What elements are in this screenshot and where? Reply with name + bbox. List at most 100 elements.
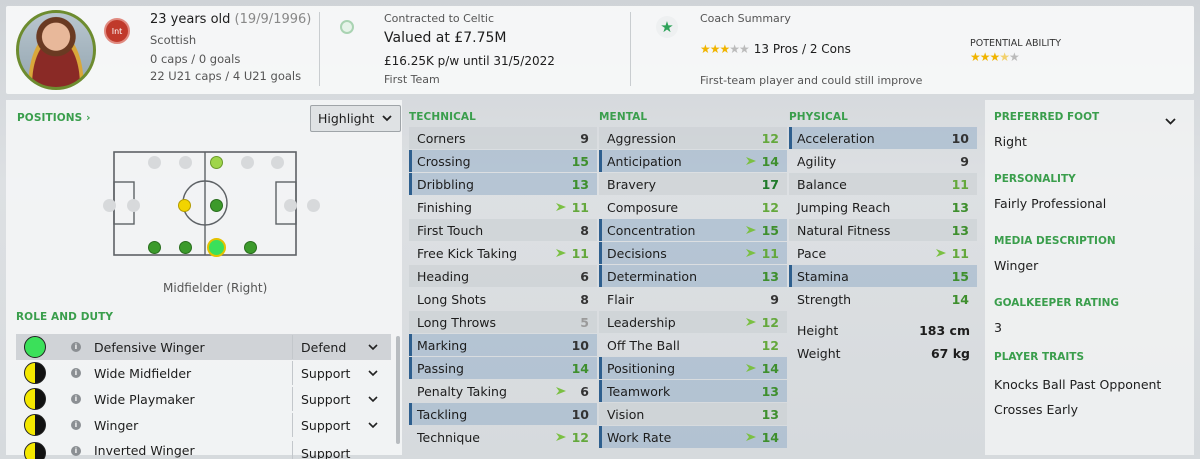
position-dot[interactable] — [271, 156, 284, 169]
position-dot[interactable] — [210, 156, 223, 169]
attribute-row[interactable]: Strength 14 — [789, 288, 977, 310]
position-dot[interactable] — [210, 199, 223, 212]
selected-position-dot[interactable] — [207, 238, 226, 257]
attribute-row[interactable]: Jumping Reach 13 — [789, 196, 977, 218]
attribute-row[interactable]: Acceleration 10 — [789, 127, 977, 149]
positions-title[interactable]: POSITIONS › — [17, 112, 91, 124]
trend-arrow-icon — [746, 249, 756, 257]
club-crest-icon[interactable] — [340, 20, 354, 34]
duty-dropdown[interactable]: Support — [292, 387, 390, 411]
attribute-value: 9 — [580, 130, 589, 146]
highlight-marker — [599, 426, 602, 448]
attribute-row[interactable]: Pace 11 — [789, 242, 977, 264]
highlight-marker — [599, 380, 602, 402]
position-dot[interactable] — [307, 199, 320, 212]
attribute-value: 10 — [951, 130, 969, 146]
attribute-row[interactable]: Crossing 15 — [409, 150, 597, 172]
attribute-row[interactable]: Passing 14 — [409, 357, 597, 379]
position-dot[interactable] — [127, 199, 140, 212]
role-row[interactable]: i Defensive Winger Defend — [16, 334, 391, 360]
attribute-row[interactable]: Anticipation 14 — [599, 150, 787, 172]
attribute-row[interactable]: Vision 13 — [599, 403, 787, 425]
duty-dropdown[interactable]: Defend — [292, 335, 390, 359]
role-row[interactable]: i Wide Playmaker Support — [16, 386, 391, 412]
attribute-row[interactable]: Composure 12 — [599, 196, 787, 218]
position-dot[interactable] — [244, 241, 257, 254]
player-value: Valued at £7.75M — [384, 30, 507, 46]
role-row[interactable]: i Wide Midfielder Support — [16, 360, 391, 386]
attribute-row[interactable]: Long Throws 5 — [409, 311, 597, 333]
attribute-row[interactable]: First Touch 8 — [409, 219, 597, 241]
attribute-row[interactable]: Leadership 12 — [599, 311, 787, 333]
duty-dropdown[interactable]: Support — [292, 441, 390, 459]
position-dot[interactable] — [103, 199, 116, 212]
attribute-row[interactable]: Decisions 11 — [599, 242, 787, 264]
attribute-row[interactable]: Work Rate 14 — [599, 426, 787, 448]
duty-dropdown[interactable]: Support — [292, 413, 390, 437]
potential-ability-label: POTENTIAL ABILITY — [970, 38, 1062, 49]
attribute-row[interactable]: Penalty Taking 6 — [409, 380, 597, 402]
attribute-name: Finishing — [417, 199, 472, 215]
attribute-row[interactable]: Determination 13 — [599, 265, 787, 287]
role-name: Winger — [94, 417, 139, 433]
info-icon[interactable]: i — [71, 368, 81, 378]
attribute-row[interactable]: Tackling 10 — [409, 403, 597, 425]
role-row[interactable]: i Inverted Winger Support — [16, 438, 391, 459]
info-icon[interactable]: i — [71, 446, 81, 456]
position-dot[interactable] — [179, 156, 192, 169]
chevron-down-icon[interactable] — [1165, 118, 1176, 125]
potential-ability-stars-icon[interactable]: ★★★★★ — [970, 50, 1020, 64]
attribute-name: Corners — [417, 130, 466, 146]
age-line: 23 years old (19/9/1996) — [150, 12, 312, 27]
attribute-value: 13 — [761, 406, 779, 422]
attribute-row[interactable]: Flair 9 — [599, 288, 787, 310]
attribute-row[interactable]: Agility 9 — [789, 150, 977, 172]
role-row[interactable]: i Winger Support — [16, 412, 391, 438]
trend-arrow-icon — [556, 203, 566, 211]
attribute-row[interactable]: Heading 6 — [409, 265, 597, 287]
mental-title: MENTAL — [599, 111, 648, 123]
media-description-label: MEDIA DESCRIPTION — [994, 235, 1116, 247]
duty-dropdown[interactable]: Support — [292, 361, 390, 385]
roles-scrollbar[interactable] — [396, 336, 400, 444]
attribute-row[interactable]: Concentration 15 — [599, 219, 787, 241]
position-dot[interactable] — [284, 199, 297, 212]
attribute-row[interactable]: Stamina 15 — [789, 265, 977, 287]
international-flag-icon[interactable]: Int — [104, 18, 130, 44]
attribute-name: Bravery — [607, 176, 656, 192]
position-dot[interactable] — [148, 156, 161, 169]
attribute-value: 12 — [761, 130, 779, 146]
attribute-row[interactable]: Aggression 12 — [599, 127, 787, 149]
attribute-row[interactable]: Marking 10 — [409, 334, 597, 356]
position-dot[interactable] — [178, 199, 191, 212]
technical-title: TECHNICAL — [409, 111, 476, 123]
highlight-dropdown[interactable]: Highlight — [310, 105, 401, 132]
player-trait[interactable]: Crosses Early — [994, 402, 1078, 417]
highlight-marker — [409, 357, 412, 379]
weight-value: 67 kg — [930, 346, 970, 361]
attribute-row[interactable]: Balance 11 — [789, 173, 977, 195]
attribute-row[interactable]: Technique 12 — [409, 426, 597, 448]
position-dot[interactable] — [148, 241, 161, 254]
attribute-name: Free Kick Taking — [417, 245, 518, 261]
attribute-row[interactable]: Corners 9 — [409, 127, 597, 149]
attribute-row[interactable]: Teamwork 13 — [599, 380, 787, 402]
role-name: Wide Midfielder — [94, 365, 192, 381]
player-trait[interactable]: Knocks Ball Past Opponent — [994, 377, 1161, 392]
attribute-row[interactable]: Free Kick Taking 11 — [409, 242, 597, 264]
attribute-row[interactable]: Positioning 14 — [599, 357, 787, 379]
position-dot[interactable] — [241, 156, 254, 169]
attribute-name: Agility — [797, 153, 837, 169]
info-icon[interactable]: i — [71, 394, 81, 404]
coach-rating[interactable]: ★★★ ★★ 13 Pros / 2 Cons — [700, 42, 851, 56]
attribute-row[interactable]: Finishing 11 — [409, 196, 597, 218]
attribute-row[interactable]: Off The Ball 12 — [599, 334, 787, 356]
attribute-row[interactable]: Natural Fitness 13 — [789, 219, 977, 241]
info-icon[interactable]: i — [71, 342, 81, 352]
info-icon[interactable]: i — [71, 420, 81, 430]
attribute-row[interactable]: Bravery 17 — [599, 173, 787, 195]
attribute-row[interactable]: Dribbling 13 — [409, 173, 597, 195]
attribute-value: 11 — [951, 176, 969, 192]
position-dot[interactable] — [179, 241, 192, 254]
attribute-row[interactable]: Long Shots 8 — [409, 288, 597, 310]
